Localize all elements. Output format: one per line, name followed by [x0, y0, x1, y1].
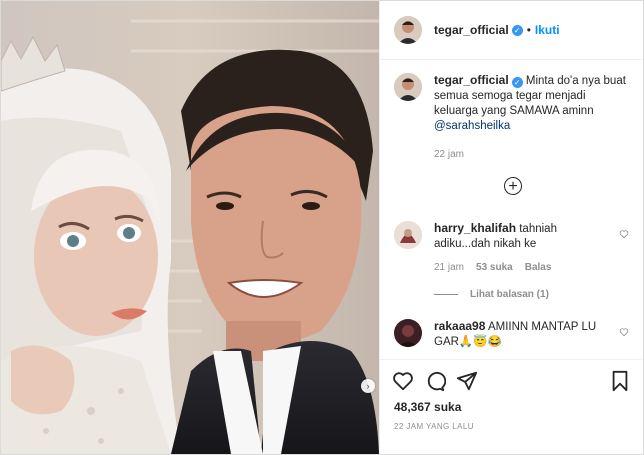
comment-time[interactable]: 21 jam [434, 262, 464, 273]
plus-circle-icon: + [508, 178, 518, 195]
post-time-ago[interactable]: 22 JAM YANG LALU [394, 422, 474, 431]
load-more-comments-button[interactable]: + [504, 177, 522, 195]
verified-badge-icon: ✓ [511, 24, 523, 36]
comment-likes[interactable]: 53 suka [476, 262, 513, 273]
couple-photo [1, 1, 379, 454]
comment-username[interactable]: rakaaa98 [434, 319, 485, 333]
replies-divider [434, 294, 458, 295]
save-bookmark-icon[interactable] [609, 370, 631, 392]
comment-username[interactable]: harry_khalifah [434, 221, 516, 235]
like-heart-icon[interactable] [392, 370, 414, 392]
author-username[interactable]: tegar_official [434, 23, 509, 37]
follow-button[interactable]: Ikuti [535, 23, 560, 37]
caption-mention[interactable]: @sarahsheilka [434, 120, 510, 132]
separator-dot: • [526, 23, 531, 37]
avatar-image [394, 73, 422, 101]
verified-badge-icon: ✓ [511, 77, 523, 88]
post-photo[interactable]: › [1, 1, 379, 454]
comment-body: rakaaa98 AMIINN MANTAP LU GAR🙏😇😂 [434, 319, 604, 350]
avatar-image [394, 319, 422, 347]
reply-button[interactable]: Balas [525, 262, 552, 273]
next-photo-button[interactable]: › [361, 379, 375, 393]
comment-meta: 21 jam 53 suka Balas [434, 262, 551, 273]
post-container: › tegar_official ✓ • Ikuti tegar_officia… [0, 0, 644, 455]
avatar-image [394, 221, 422, 249]
view-replies-button[interactable]: Lihat balasan (1) [434, 289, 549, 300]
caption-time[interactable]: 22 jam [434, 149, 464, 160]
post-actions-bar: 48,367 suka 22 JAM YANG LALU [380, 359, 643, 446]
comment-item: harry_khalifah tahniah adiku...dah nikah… [394, 221, 629, 252]
post-header: tegar_official ✓ • Ikuti [380, 1, 643, 60]
post-side-panel: tegar_official ✓ • Ikuti tegar_official ✓… [379, 1, 643, 454]
comment-item: rakaaa98 AMIINN MANTAP LU GAR🙏😇😂 [394, 319, 629, 350]
post-likes-count[interactable]: 48,367 suka [394, 400, 461, 414]
avatar-image [394, 16, 422, 44]
view-replies-label: Lihat balasan (1) [470, 289, 549, 300]
commenter-avatar[interactable] [394, 319, 422, 347]
like-comment-heart-icon[interactable] [619, 327, 629, 337]
post-caption: tegar_official ✓ Minta do'a nya buat semu… [394, 73, 629, 134]
comment-bubble-icon[interactable] [424, 370, 446, 392]
author-avatar[interactable] [394, 16, 422, 44]
caption-text-block: tegar_official ✓ Minta do'a nya buat semu… [434, 73, 629, 134]
commenter-avatar[interactable] [394, 221, 422, 249]
like-comment-heart-icon[interactable] [619, 229, 629, 239]
caption-username[interactable]: tegar_official [434, 73, 509, 87]
caption-avatar[interactable] [394, 73, 422, 101]
share-send-icon[interactable] [456, 370, 478, 392]
comment-body: harry_khalifah tahniah adiku...dah nikah… [434, 221, 604, 252]
